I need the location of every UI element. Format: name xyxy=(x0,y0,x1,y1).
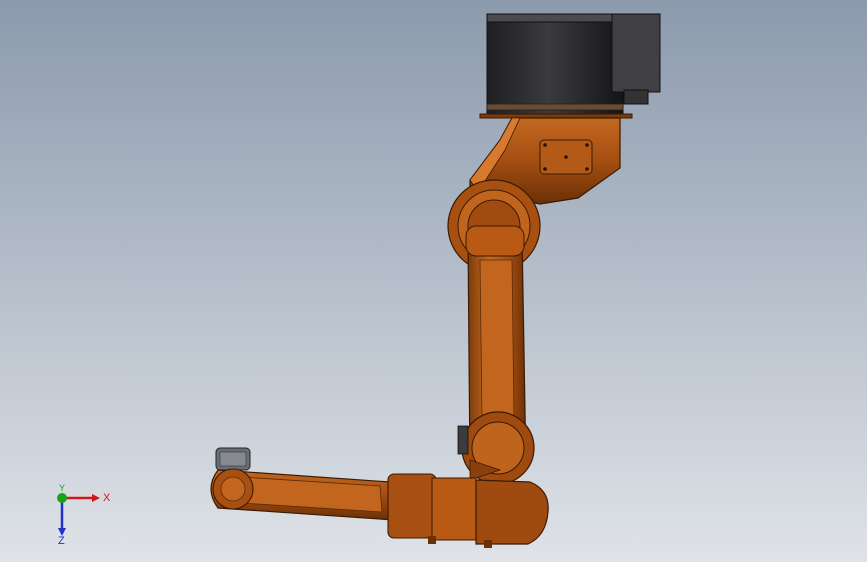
x-axis-label: X xyxy=(103,492,111,504)
graphics-viewport[interactable]: X Y Z xyxy=(0,0,867,562)
model-scene[interactable] xyxy=(0,0,867,562)
z-axis-label: Z xyxy=(58,535,65,546)
y-axis-label: Y xyxy=(59,483,65,493)
x-axis-arrowhead xyxy=(92,494,100,502)
orientation-triad: X Y Z xyxy=(57,483,111,546)
y-axis-dot xyxy=(57,493,67,503)
base-motor[interactable] xyxy=(486,13,661,115)
wrist-flange[interactable] xyxy=(212,447,254,510)
